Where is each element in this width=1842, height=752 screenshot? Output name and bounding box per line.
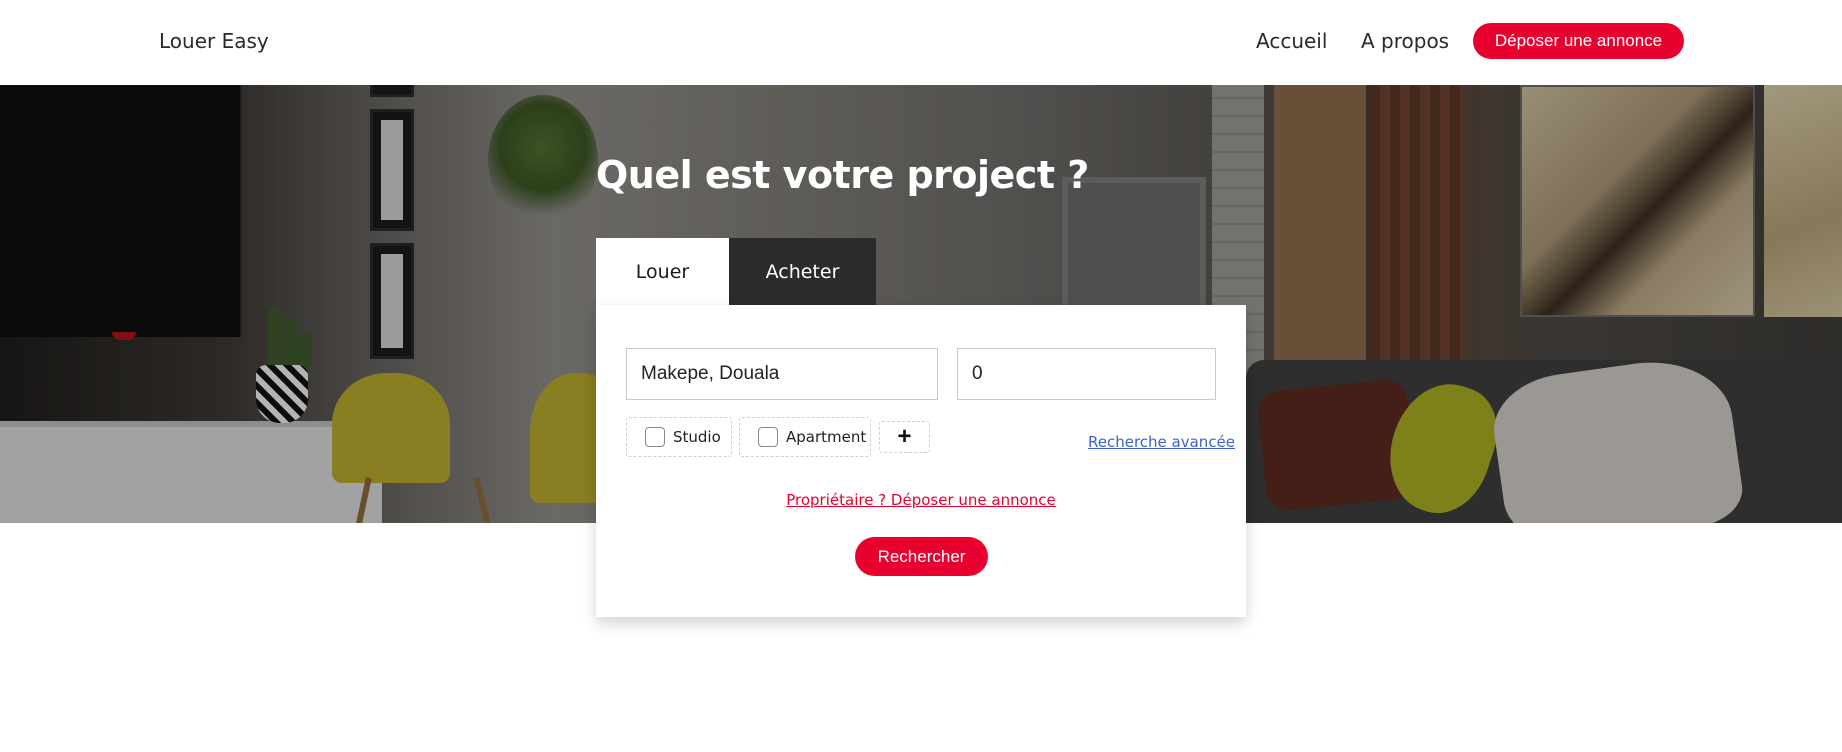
- top-navbar: Louer Easy Accueil A propos Déposer une …: [0, 0, 1842, 85]
- tab-louer[interactable]: Louer: [596, 238, 729, 305]
- tab-acheter[interactable]: Acheter: [729, 238, 876, 305]
- search-card: Makepe, Douala 0 Studio Apartment + Rech…: [596, 305, 1246, 617]
- add-type-plus-icon[interactable]: +: [879, 421, 930, 453]
- nav-link-accueil[interactable]: Accueil: [1256, 29, 1327, 53]
- apartment-label: Apartment: [786, 428, 867, 446]
- brand-logo-text[interactable]: Louer Easy: [159, 29, 269, 53]
- search-button[interactable]: Rechercher: [855, 537, 988, 576]
- advanced-search-link[interactable]: Recherche avancée: [1088, 433, 1235, 451]
- owner-post-listing-link[interactable]: Propriétaire ? Déposer une annonce: [596, 491, 1246, 509]
- nav-link-a-propos[interactable]: A propos: [1361, 29, 1449, 53]
- apartment-type-chip[interactable]: Apartment: [739, 417, 871, 457]
- price-input[interactable]: 0: [957, 348, 1216, 400]
- studio-checkbox[interactable]: [645, 427, 665, 447]
- post-listing-button[interactable]: Déposer une annonce: [1473, 23, 1684, 59]
- studio-type-chip[interactable]: Studio: [626, 417, 732, 457]
- location-input[interactable]: Makepe, Douala: [626, 348, 938, 400]
- apartment-checkbox[interactable]: [758, 427, 778, 447]
- studio-label: Studio: [673, 428, 721, 446]
- hero-title: Quel est votre project ?: [596, 153, 1089, 197]
